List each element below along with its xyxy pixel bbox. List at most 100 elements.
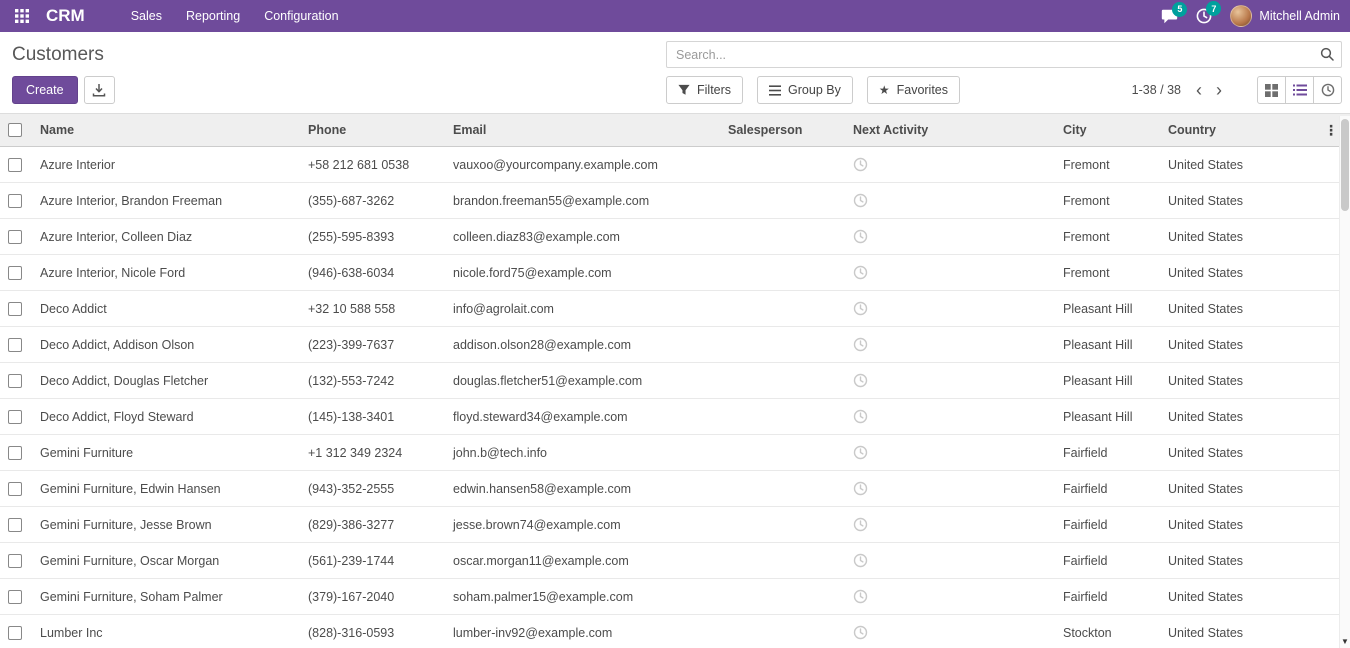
- cell-phone[interactable]: (943)-352-2555: [298, 471, 443, 507]
- list-view-button-active[interactable]: [1285, 76, 1314, 104]
- scrollbar-down-arrow-icon[interactable]: ▼: [1340, 635, 1350, 648]
- search-icon[interactable]: [1320, 47, 1334, 64]
- row-checkbox[interactable]: [8, 590, 22, 604]
- cell-salesperson[interactable]: [718, 327, 843, 363]
- table-row[interactable]: Deco Addict, Addison Olson (223)-399-763…: [0, 327, 1350, 363]
- cell-phone[interactable]: (379)-167-2040: [298, 579, 443, 615]
- cell-city[interactable]: Pleasant Hill: [1053, 399, 1158, 435]
- table-row[interactable]: Gemini Furniture, Edwin Hansen (943)-352…: [0, 471, 1350, 507]
- cell-city[interactable]: Fairfield: [1053, 435, 1158, 471]
- row-checkbox[interactable]: [8, 446, 22, 460]
- cell-salesperson[interactable]: [718, 615, 843, 648]
- column-header-next-activity[interactable]: Next Activity: [843, 114, 1053, 147]
- cell-city[interactable]: Pleasant Hill: [1053, 363, 1158, 399]
- cell-email[interactable]: brandon.freeman55@example.com: [443, 183, 718, 219]
- cell-salesperson[interactable]: [718, 255, 843, 291]
- table-row[interactable]: Azure Interior, Nicole Ford (946)-638-60…: [0, 255, 1350, 291]
- cell-next-activity[interactable]: [843, 399, 1053, 435]
- cell-next-activity[interactable]: [843, 147, 1053, 183]
- cell-next-activity[interactable]: [843, 435, 1053, 471]
- cell-city[interactable]: Fremont: [1053, 219, 1158, 255]
- cell-phone[interactable]: (946)-638-6034: [298, 255, 443, 291]
- row-checkbox[interactable]: [8, 266, 22, 280]
- column-header-salesperson[interactable]: Salesperson: [718, 114, 843, 147]
- cell-next-activity[interactable]: [843, 363, 1053, 399]
- cell-country[interactable]: United States: [1158, 471, 1268, 507]
- table-row[interactable]: Lumber Inc (828)-316-0593 lumber-inv92@e…: [0, 615, 1350, 648]
- cell-country[interactable]: United States: [1158, 183, 1268, 219]
- filters-button[interactable]: Filters: [666, 76, 743, 104]
- cell-email[interactable]: info@agrolait.com: [443, 291, 718, 327]
- cell-phone[interactable]: (132)-553-7242: [298, 363, 443, 399]
- cell-phone[interactable]: +32 10 588 558: [298, 291, 443, 327]
- column-header-city[interactable]: City: [1053, 114, 1158, 147]
- cell-city[interactable]: Fremont: [1053, 147, 1158, 183]
- table-row[interactable]: Gemini Furniture +1 312 349 2324 john.b@…: [0, 435, 1350, 471]
- cell-next-activity[interactable]: [843, 615, 1053, 648]
- cell-email[interactable]: douglas.fletcher51@example.com: [443, 363, 718, 399]
- cell-next-activity[interactable]: [843, 255, 1053, 291]
- cell-country[interactable]: United States: [1158, 399, 1268, 435]
- cell-country[interactable]: United States: [1158, 147, 1268, 183]
- cell-email[interactable]: edwin.hansen58@example.com: [443, 471, 718, 507]
- table-row[interactable]: Azure Interior, Brandon Freeman (355)-68…: [0, 183, 1350, 219]
- cell-country[interactable]: United States: [1158, 615, 1268, 648]
- row-checkbox[interactable]: [8, 554, 22, 568]
- cell-email[interactable]: colleen.diaz83@example.com: [443, 219, 718, 255]
- cell-phone[interactable]: +1 312 349 2324: [298, 435, 443, 471]
- cell-email[interactable]: nicole.ford75@example.com: [443, 255, 718, 291]
- cell-city[interactable]: Fremont: [1053, 183, 1158, 219]
- cell-email[interactable]: lumber-inv92@example.com: [443, 615, 718, 648]
- activity-view-button[interactable]: [1313, 76, 1342, 104]
- cell-city[interactable]: Fairfield: [1053, 471, 1158, 507]
- cell-name[interactable]: Azure Interior, Colleen Diaz: [30, 219, 298, 255]
- table-row[interactable]: Azure Interior, Colleen Diaz (255)-595-8…: [0, 219, 1350, 255]
- group-by-button[interactable]: Group By: [757, 76, 853, 104]
- kanban-view-button[interactable]: [1257, 76, 1286, 104]
- cell-next-activity[interactable]: [843, 471, 1053, 507]
- cell-salesperson[interactable]: [718, 507, 843, 543]
- cell-phone[interactable]: (255)-595-8393: [298, 219, 443, 255]
- cell-city[interactable]: Fairfield: [1053, 579, 1158, 615]
- row-checkbox[interactable]: [8, 194, 22, 208]
- cell-salesperson[interactable]: [718, 291, 843, 327]
- column-header-phone[interactable]: Phone: [298, 114, 443, 147]
- search-input[interactable]: [666, 41, 1342, 68]
- row-checkbox[interactable]: [8, 626, 22, 640]
- cell-name[interactable]: Gemini Furniture, Soham Palmer: [30, 579, 298, 615]
- cell-name[interactable]: Gemini Furniture, Jesse Brown: [30, 507, 298, 543]
- cell-email[interactable]: vauxoo@yourcompany.example.com: [443, 147, 718, 183]
- cell-country[interactable]: United States: [1158, 579, 1268, 615]
- menu-reporting[interactable]: Reporting: [174, 0, 252, 32]
- table-row[interactable]: Gemini Furniture, Jesse Brown (829)-386-…: [0, 507, 1350, 543]
- cell-phone[interactable]: (829)-386-3277: [298, 507, 443, 543]
- cell-phone[interactable]: +58 212 681 0538: [298, 147, 443, 183]
- cell-next-activity[interactable]: [843, 543, 1053, 579]
- optional-columns-icon[interactable]: ⋮: [1322, 122, 1340, 139]
- create-button[interactable]: Create: [12, 76, 78, 104]
- row-checkbox[interactable]: [8, 518, 22, 532]
- messages-icon[interactable]: 5: [1161, 9, 1178, 24]
- table-row[interactable]: Gemini Furniture, Oscar Morgan (561)-239…: [0, 543, 1350, 579]
- cell-country[interactable]: United States: [1158, 543, 1268, 579]
- pager-next-button[interactable]: ›: [1209, 81, 1229, 99]
- cell-salesperson[interactable]: [718, 435, 843, 471]
- cell-email[interactable]: soham.palmer15@example.com: [443, 579, 718, 615]
- cell-next-activity[interactable]: [843, 219, 1053, 255]
- cell-city[interactable]: Fremont: [1053, 255, 1158, 291]
- cell-country[interactable]: United States: [1158, 507, 1268, 543]
- cell-next-activity[interactable]: [843, 183, 1053, 219]
- activities-icon[interactable]: 7: [1196, 8, 1212, 24]
- cell-salesperson[interactable]: [718, 183, 843, 219]
- cell-next-activity[interactable]: [843, 291, 1053, 327]
- cell-city[interactable]: Fairfield: [1053, 507, 1158, 543]
- row-checkbox[interactable]: [8, 374, 22, 388]
- cell-salesperson[interactable]: [718, 471, 843, 507]
- cell-name[interactable]: Deco Addict, Floyd Steward: [30, 399, 298, 435]
- column-header-country[interactable]: Country: [1158, 114, 1268, 147]
- cell-phone[interactable]: (561)-239-1744: [298, 543, 443, 579]
- cell-name[interactable]: Azure Interior, Nicole Ford: [30, 255, 298, 291]
- row-checkbox[interactable]: [8, 158, 22, 172]
- cell-name[interactable]: Gemini Furniture, Oscar Morgan: [30, 543, 298, 579]
- table-row[interactable]: Deco Addict, Floyd Steward (145)-138-340…: [0, 399, 1350, 435]
